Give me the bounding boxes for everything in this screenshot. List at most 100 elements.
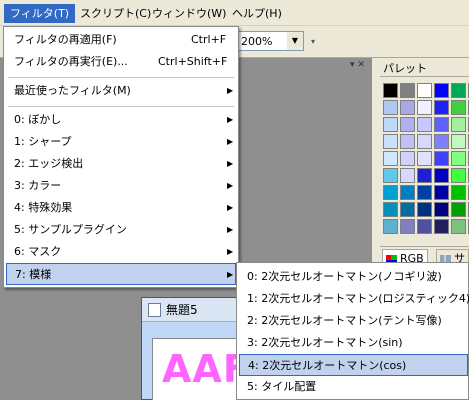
palette-swatch[interactable]: [417, 168, 432, 183]
palette-swatch[interactable]: [434, 168, 449, 183]
menu-item-label: 0: 2次元セルオートマトン(ノコギリ波): [247, 270, 442, 283]
palette-swatch[interactable]: [400, 83, 415, 98]
menu-item-color[interactable]: 3: カラー ▶: [6, 175, 236, 197]
palette-swatch[interactable]: [451, 168, 466, 183]
palette-swatch[interactable]: [383, 100, 398, 115]
palette-swatch[interactable]: [434, 83, 449, 98]
palette-swatch[interactable]: [400, 134, 415, 149]
menu-item-label: 0: ぼかし: [14, 113, 62, 126]
palette-swatch[interactable]: [451, 117, 466, 132]
palette-swatch[interactable]: [417, 100, 432, 115]
shortcut-label: Ctrl+F: [191, 33, 227, 46]
filter-menu: フィルタの再適用(F) Ctrl+F フィルタの再実行(E)... Ctrl+S…: [3, 26, 239, 288]
zoom-select[interactable]: 200% ▼: [236, 31, 304, 51]
palette-swatch[interactable]: [383, 219, 398, 234]
chevron-down-icon[interactable]: ▼: [287, 32, 303, 50]
menu-item-sample-plugin[interactable]: 5: サンプルプラグイン ▶: [6, 219, 236, 241]
palette-swatch[interactable]: [400, 185, 415, 200]
palette-swatch[interactable]: [417, 151, 432, 166]
palette-swatch[interactable]: [451, 151, 466, 166]
palette-swatch[interactable]: [400, 219, 415, 234]
palette-swatch[interactable]: [417, 83, 432, 98]
menu-help[interactable]: ヘルプ(H): [226, 4, 288, 23]
menu-item-label: 4: 2次元セルオートマトン(cos): [248, 359, 407, 372]
palette-swatch[interactable]: [383, 151, 398, 166]
palette-swatch[interactable]: [417, 134, 432, 149]
menu-item-label: 1: シャープ: [14, 135, 72, 148]
palette-swatch[interactable]: [417, 219, 432, 234]
submenu-arrow-icon: ▶: [227, 86, 234, 95]
menu-item-reapply-filter[interactable]: フィルタの再適用(F) Ctrl+F: [6, 29, 236, 51]
palette-swatch[interactable]: [434, 134, 449, 149]
panel-controls[interactable]: ▾ ✕: [350, 60, 372, 74]
palette-swatch[interactable]: [400, 151, 415, 166]
palette-swatch[interactable]: [451, 219, 466, 234]
palette-swatch[interactable]: [434, 100, 449, 115]
submenu-item-ca-cos[interactable]: 4: 2次元セルオートマトン(cos): [239, 354, 468, 376]
menu-item-rerun-filter[interactable]: フィルタの再実行(E)... Ctrl+Shift+F: [6, 51, 236, 73]
pattern-submenu: 0: 2次元セルオートマトン(ノコギリ波) 1: 2次元セルオートマトン(ロジス…: [236, 262, 469, 400]
submenu-item-ca-tent-map[interactable]: 2: 2次元セルオートマトン(テント写像): [239, 310, 468, 332]
menu-separator: [8, 106, 234, 107]
toolbar-overflow-icon[interactable]: ▾: [308, 30, 318, 54]
menu-item-label: 4: 特殊効果: [14, 201, 73, 214]
palette-swatch[interactable]: [434, 117, 449, 132]
palette-swatch[interactable]: [451, 100, 466, 115]
menu-item-mask[interactable]: 6: マスク ▶: [6, 241, 236, 263]
palette-swatch[interactable]: [383, 117, 398, 132]
palette-swatch[interactable]: [383, 168, 398, 183]
submenu-arrow-icon: ▶: [227, 270, 234, 279]
palette-swatch[interactable]: [383, 202, 398, 217]
palette-swatch[interactable]: [383, 83, 398, 98]
document-title: 無題5: [166, 303, 198, 317]
menu-script[interactable]: スクリプト(C): [74, 4, 157, 23]
submenu-arrow-icon: ▶: [227, 181, 234, 190]
palette-title: パレット: [380, 61, 469, 77]
menu-item-special-effects[interactable]: 4: 特殊効果 ▶: [6, 197, 236, 219]
palette-swatch[interactable]: [434, 151, 449, 166]
palette-swatch[interactable]: [400, 202, 415, 217]
palette-swatch[interactable]: [434, 185, 449, 200]
palette-swatch[interactable]: [451, 134, 466, 149]
palette-swatch[interactable]: [451, 83, 466, 98]
palette-swatch[interactable]: [383, 134, 398, 149]
palette-swatch[interactable]: [434, 219, 449, 234]
menu-item-label: 5: タイル配置: [247, 380, 317, 393]
palette-swatch[interactable]: [400, 168, 415, 183]
palette-swatch[interactable]: [417, 185, 432, 200]
submenu-item-ca-logistic4[interactable]: 1: 2次元セルオートマトン(ロジスティック4): [239, 288, 469, 310]
palette-swatch[interactable]: [451, 185, 466, 200]
palette-grid[interactable]: [383, 83, 469, 234]
menu-item-label: 3: 2次元セルオートマトン(sin): [247, 336, 403, 349]
menu-item-label: 6: マスク: [14, 245, 62, 258]
palette-swatch[interactable]: [400, 100, 415, 115]
menu-item-recent-filters[interactable]: 最近使ったフィルタ(M) ▶: [6, 80, 236, 102]
menu-item-label: 3: カラー: [14, 179, 62, 192]
submenu-item-ca-sin[interactable]: 3: 2次元セルオートマトン(sin): [239, 332, 468, 354]
shortcut-label: Ctrl+Shift+F: [158, 55, 228, 68]
palette-swatch[interactable]: [400, 117, 415, 132]
menu-item-label: 2: 2次元セルオートマトン(テント写像): [247, 314, 442, 327]
palette-swatch[interactable]: [383, 185, 398, 200]
menu-item-label: 最近使ったフィルタ(M): [14, 84, 131, 97]
menu-item-pattern[interactable]: 7: 模様 ▶: [6, 263, 236, 285]
submenu-item-tile-layout[interactable]: 5: タイル配置: [239, 376, 468, 398]
submenu-arrow-icon: ▶: [227, 137, 234, 146]
menu-item-label: 5: サンプルプラグイン: [14, 223, 127, 236]
menu-filter[interactable]: フィルタ(T): [4, 4, 76, 23]
palette-swatch[interactable]: [417, 202, 432, 217]
document-icon: [148, 303, 161, 317]
palette-swatch[interactable]: [434, 202, 449, 217]
menu-item-label: フィルタの再実行(E)...: [14, 55, 128, 68]
menu-item-edge-detect[interactable]: 2: エッジ検出 ▶: [6, 153, 236, 175]
submenu-arrow-icon: ▶: [227, 115, 234, 124]
menu-item-sharpen[interactable]: 1: シャープ ▶: [6, 131, 236, 153]
menu-item-blur[interactable]: 0: ぼかし ▶: [6, 109, 236, 131]
palette-swatch[interactable]: [417, 117, 432, 132]
menu-window[interactable]: ウィンドウ(W): [146, 4, 232, 23]
palette-swatch[interactable]: [451, 202, 466, 217]
submenu-arrow-icon: ▶: [227, 225, 234, 234]
menu-item-label: フィルタの再適用(F): [14, 33, 117, 46]
submenu-arrow-icon: ▶: [227, 247, 234, 256]
submenu-item-ca-sawtooth[interactable]: 0: 2次元セルオートマトン(ノコギリ波): [239, 266, 468, 288]
